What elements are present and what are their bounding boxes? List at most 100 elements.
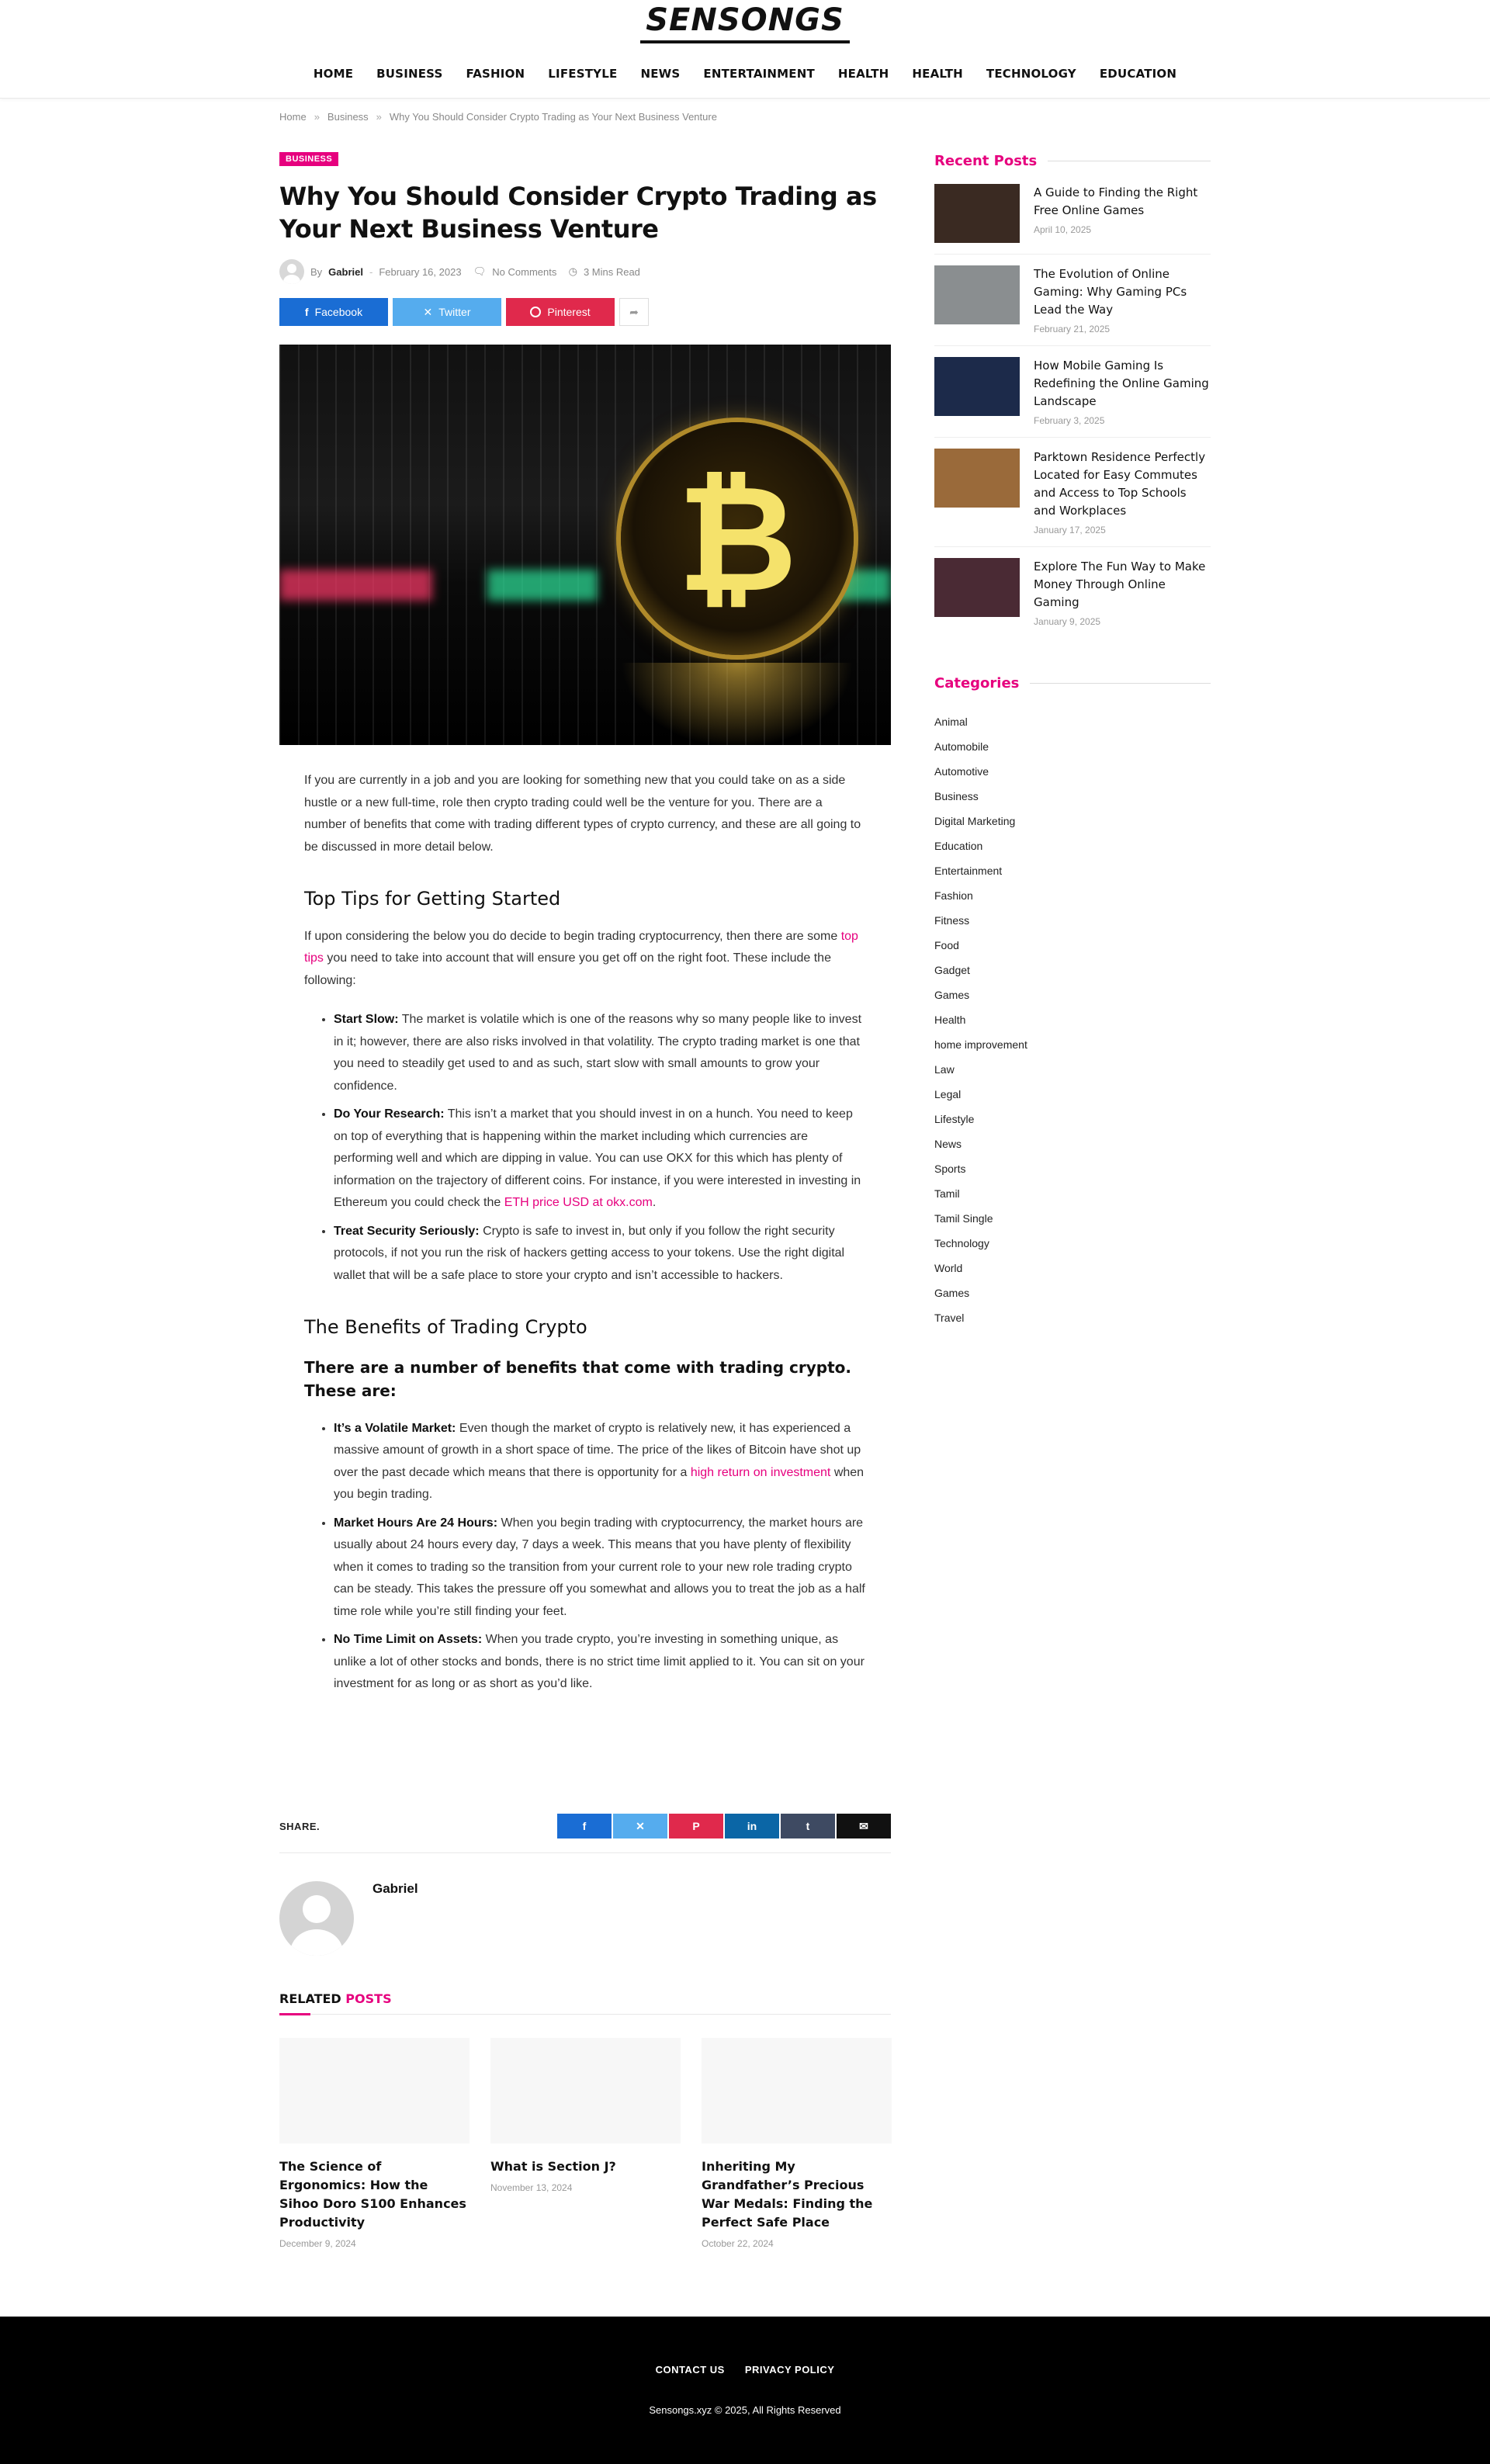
nav-item-news[interactable]: NEWS [629,64,691,84]
recent-post-thumbnail[interactable] [934,357,1020,416]
category-link[interactable]: Law [934,1057,1211,1082]
tips-intro-text: If upon considering the below you do dec… [304,929,841,943]
category-link[interactable]: Travel [934,1305,1211,1330]
related-post-thumbnail[interactable] [702,2038,892,2143]
nav-item-health-2[interactable]: HEALTH [900,64,974,84]
category-link[interactable]: Fashion [934,883,1211,908]
related-post-thumbnail[interactable] [279,2038,470,2143]
nav-item-lifestyle[interactable]: LIFESTYLE [536,64,629,84]
category-link[interactable]: News [934,1131,1211,1156]
share-pinterest-button[interactable]: Pinterest [506,298,615,326]
byline-prefix: By [310,265,323,278]
nav-item-fashion[interactable]: FASHION [455,64,537,84]
category-link[interactable]: Lifestyle [934,1107,1211,1131]
comments-link[interactable]: No Comments [492,266,556,278]
related-post-date: November 13, 2024 [490,2182,573,2193]
pinterest-icon[interactable]: P [669,1814,723,1838]
category-link[interactable]: Sports [934,1156,1211,1181]
nav-item-home[interactable]: HOME [302,64,365,84]
copyright: Sensongs.xyz © 2025, All Rights Reserved [649,2404,841,2416]
category-link[interactable]: Health [934,1007,1211,1032]
author-link[interactable]: Gabriel [328,266,363,278]
breadcrumb-category[interactable]: Business [327,111,369,123]
tips-list: Start Slow: The market is volatile which… [304,1009,866,1287]
list-item: Start Slow: The market is volatile which… [334,1009,866,1097]
category-link[interactable]: Tamil [934,1181,1211,1206]
related-post-card: The Science of Ergonomics: How the Sihoo… [279,2038,470,2249]
recent-post-thumbnail[interactable] [934,265,1020,324]
nav-item-health[interactable]: HEALTH [826,64,900,84]
category-link[interactable]: Digital Marketing [934,809,1211,833]
category-link[interactable]: Games [934,982,1211,1007]
category-link[interactable]: Automobile [934,734,1211,759]
post-date: February 16, 2023 [379,265,462,278]
site-logo[interactable]: SENSONGS [635,3,855,48]
eth-price-link[interactable]: ETH price USD at okx.com [504,1196,653,1209]
author-box-name[interactable]: Gabriel [372,1881,418,1897]
article-meta: By Gabriel - February 16, 2023 🗨 No Comm… [279,259,891,284]
recent-post-date: January 17, 2025 [1034,525,1106,535]
share-pinterest-label: Pinterest [547,306,591,318]
recent-post-title[interactable]: Explore The Fun Way to Make Money Throug… [1034,558,1211,612]
subheading-benefits: There are a number of benefits that come… [304,1357,851,1400]
related-title-a: RELATED [279,1991,341,2006]
email-icon[interactable]: ✉ [837,1814,891,1838]
share-more-button[interactable]: ➦ [619,298,649,326]
category-link[interactable]: Education [934,833,1211,858]
benefits-list: It’s a Volatile Market: Even though the … [304,1418,866,1696]
category-link[interactable]: Tamil Single [934,1206,1211,1231]
heading-tips: Top Tips for Getting Started [304,888,561,910]
category-link[interactable]: Fitness [934,908,1211,933]
nav-item-technology[interactable]: TECHNOLOGY [975,64,1088,84]
nav-item-entertainment[interactable]: ENTERTAINMENT [691,64,826,84]
recent-post-title[interactable]: The Evolution of Online Gaming: Why Gami… [1034,265,1211,319]
list-item-label: Treat Security Seriously: [334,1224,480,1238]
category-link[interactable]: Business [934,784,1211,809]
linkedin-icon[interactable]: in [725,1814,779,1838]
recent-post-thumbnail[interactable] [934,558,1020,617]
category-link[interactable]: Gadget [934,958,1211,982]
nav-item-business[interactable]: BUSINESS [365,64,454,84]
category-link[interactable]: Technology [934,1231,1211,1256]
read-time: 3 Mins Read [583,265,640,278]
logo-text: SENSONGS [646,2,844,38]
related-post-title[interactable]: Inheriting My Grandfather’s Precious War… [702,2157,892,2232]
share-facebook-button[interactable]: f Facebook [279,298,388,326]
list-item: Market Hours Are 24 Hours: When you begi… [334,1513,866,1624]
category-link[interactable]: Games [934,1281,1211,1305]
breadcrumb-separator: » [376,111,382,123]
category-link[interactable]: Animal [934,709,1211,734]
article-main: BUSINESS Why You Should Consider Crypto … [279,151,891,1713]
author-avatar-large[interactable] [279,1881,354,1956]
category-link[interactable]: home improvement [934,1032,1211,1057]
footer-link-contact[interactable]: CONTACT US [656,2364,725,2376]
category-link[interactable]: Food [934,933,1211,958]
recent-post-title[interactable]: Parktown Residence Perfectly Located for… [1034,449,1211,520]
related-post-title[interactable]: What is Section J? [490,2157,681,2176]
related-post-thumbnail[interactable] [490,2038,681,2143]
recent-post-title[interactable]: A Guide to Finding the Right Free Online… [1034,184,1211,220]
recent-post-thumbnail[interactable] [934,449,1020,508]
tumblr-icon[interactable]: t [781,1814,835,1838]
category-badge[interactable]: BUSINESS [279,152,339,166]
recent-post-thumbnail[interactable] [934,184,1020,243]
article-body: If you are currently in a job and you ar… [279,770,891,1696]
category-link[interactable]: Entertainment [934,858,1211,883]
category-link[interactable]: World [934,1256,1211,1281]
share-twitter-button[interactable]: ✕ Twitter [393,298,501,326]
related-post-title[interactable]: The Science of Ergonomics: How the Sihoo… [279,2157,470,2232]
share-bar-bottom: SHARE. f ✕ P in t ✉ [279,1813,891,1839]
x-icon[interactable]: ✕ [613,1814,667,1838]
category-link[interactable]: Automotive [934,759,1211,784]
nav-item-education[interactable]: EDUCATION [1088,64,1188,84]
recent-post-title[interactable]: How Mobile Gaming Is Redefining the Onli… [1034,357,1211,411]
facebook-icon[interactable]: f [557,1814,612,1838]
author-avatar[interactable] [279,259,304,284]
recent-posts-header: Recent Posts [934,151,1211,170]
footer-link-privacy[interactable]: PRIVACY POLICY [745,2364,835,2376]
category-link[interactable]: Legal [934,1082,1211,1107]
sidebar: Recent Posts A Guide to Finding the Righ… [934,151,1211,1330]
list-item: No Time Limit on Assets: When you trade … [334,1629,866,1696]
roi-link[interactable]: high return on investment [691,1466,831,1479]
breadcrumb-home[interactable]: Home [279,111,307,123]
